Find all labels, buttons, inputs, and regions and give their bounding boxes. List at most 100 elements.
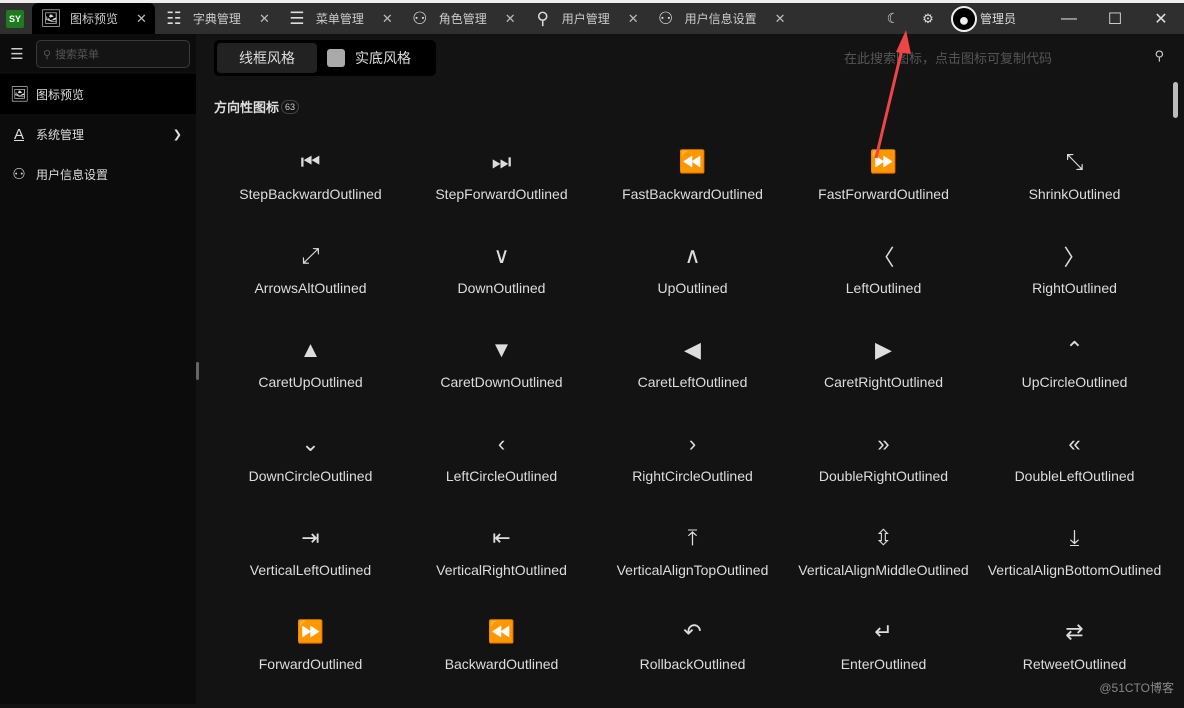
icon-card[interactable]: ↵ EnterOutlined <box>788 614 979 708</box>
vertical-align-middle-icon: ⇳ <box>874 520 892 556</box>
icon-card[interactable]: ⏩FastForwardOutlined <box>788 144 979 238</box>
icon-grid: ⏮StepBackwardOutlined⏭StepForwardOutline… <box>215 144 1170 708</box>
icon-name: DoubleRightOutlined <box>819 468 948 484</box>
icon-card[interactable]: ⌃ UpCircleOutlined <box>979 332 1170 426</box>
scrollbar[interactable] <box>1173 82 1178 118</box>
tab-2[interactable]: ☰菜单管理✕ <box>278 3 401 34</box>
icon-card[interactable]: ▲CaretUpOutlined <box>215 332 406 426</box>
search-placeholder: 搜索菜单 <box>55 46 99 62</box>
icon-card[interactable]: ⤒VerticalAlignTopOutlined <box>597 520 788 614</box>
close-tab-icon[interactable]: ✕ <box>505 11 516 27</box>
icon-card[interactable]: ⏩ForwardOutlined <box>215 614 406 708</box>
icon-card[interactable]: ⏮StepBackwardOutlined <box>215 144 406 238</box>
icon-card[interactable]: ‹LeftCircleOutlined <box>406 426 597 520</box>
avatar[interactable]: ● <box>951 6 977 32</box>
icon-card[interactable]: 〉RightOutlined <box>979 238 1170 332</box>
tab-bar: 🖼图标预览✕☷字典管理✕☰菜单管理✕⚇角色管理✕⚲用户管理✕⚇用户信息设置✕ <box>32 3 794 34</box>
icon-search-placeholder: 在此搜索图标，点击图标可复制代码 <box>844 48 1052 67</box>
image-icon: 🖼 <box>40 9 62 29</box>
left-icon: 〈 <box>872 238 894 274</box>
icon-name: EnterOutlined <box>841 656 927 672</box>
icon-card[interactable]: « DoubleLeftOutlined <box>979 426 1170 520</box>
tab-0[interactable]: 🖼图标预览✕ <box>32 3 155 34</box>
arrows-alt-icon: ⤢ <box>302 238 320 274</box>
icon-name: RightOutlined <box>1032 280 1117 296</box>
settings-gear-icon[interactable]: ⚙ <box>913 11 943 27</box>
user-icon: ⚲ <box>532 9 554 29</box>
tab-label: 用户信息设置 <box>685 10 757 27</box>
icon-card[interactable]: ⏪BackwardOutlined <box>406 614 597 708</box>
close-tab-icon[interactable]: ✕ <box>775 11 786 27</box>
role-icon: ⚇ <box>409 9 431 29</box>
user-settings-icon: ⚇ <box>655 9 677 29</box>
close-button[interactable]: ✕ <box>1138 9 1184 29</box>
icon-card[interactable]: ↶RollbackOutlined <box>597 614 788 708</box>
sidebar-item-icon-preview[interactable]: 🖼图标预览 <box>0 74 196 114</box>
icon-card[interactable]: ⏪FastBackwardOutlined <box>597 144 788 238</box>
icon-name: DownCircleOutlined <box>249 468 373 484</box>
tab-label: 用户管理 <box>562 10 610 27</box>
icon-card[interactable]: ⇳VerticalAlignMiddleOutlined <box>788 520 979 614</box>
vertical-align-bottom-icon: ⤓ <box>1070 520 1080 556</box>
icon-name: ArrowsAltOutlined <box>254 280 366 296</box>
icon-card[interactable]: ⤓VerticalAlignBottomOutlined <box>979 520 1170 614</box>
icon-card[interactable]: ▼CaretDownOutlined <box>406 332 597 426</box>
menu-search-input[interactable]: ⚲搜索菜单 <box>36 40 190 68</box>
icon-name: DownOutlined <box>458 280 546 296</box>
tab-3[interactable]: ⚇ 角色管理 ✕ <box>401 3 524 34</box>
user-name[interactable]: 管理员 <box>980 10 1016 27</box>
icon-card[interactable]: ⇥VerticalLeftOutlined <box>215 520 406 614</box>
icon-name: LeftCircleOutlined <box>446 468 557 484</box>
close-tab-icon[interactable]: ✕ <box>259 11 270 27</box>
tab-1[interactable]: ☷ 字典管理 ✕ <box>155 3 278 34</box>
filled-style-option[interactable]: 实底风格 <box>317 43 433 73</box>
dictionary-icon: ☷ <box>163 9 185 29</box>
shrink-icon: ⤡ <box>1066 144 1084 180</box>
icon-name: UpCircleOutlined <box>1022 374 1128 390</box>
double-left-icon: « <box>1068 426 1080 462</box>
enter-icon: ↵ <box>874 614 892 650</box>
section-header: 方向性图标63 <box>214 97 299 116</box>
icon-search-input[interactable]: 在此搜索图标，点击图标可复制代码 ⚲ <box>844 48 1164 67</box>
icon-card[interactable]: ⤢ ArrowsAltOutlined <box>215 238 406 332</box>
tab-label: 字典管理 <box>193 10 241 27</box>
icon-card[interactable]: ▶CaretRightOutlined <box>788 332 979 426</box>
icon-card[interactable]: ∧UpOutlined <box>597 238 788 332</box>
fast-forward-icon: ⏩ <box>870 144 897 180</box>
icon-name: ShrinkOutlined <box>1029 186 1121 202</box>
icon-card[interactable]: ⤡ ShrinkOutlined <box>979 144 1170 238</box>
up-circle-icon: ⌃ <box>1065 332 1083 368</box>
close-tab-icon[interactable]: ✕ <box>136 11 147 27</box>
sidebar-item-system[interactable]: A系统管理❯ <box>0 114 196 154</box>
minimize-button[interactable]: — <box>1046 10 1092 28</box>
font-icon: A <box>10 126 28 143</box>
sidebar-item-user-settings[interactable]: ⚇用户信息设置 <box>0 154 196 194</box>
icon-name: DoubleLeftOutlined <box>1015 468 1135 484</box>
close-tab-icon[interactable]: ✕ <box>628 11 639 27</box>
icon-name: LeftOutlined <box>846 280 922 296</box>
icon-card[interactable]: ◀CaretLeftOutlined <box>597 332 788 426</box>
icon-card[interactable]: ⇤VerticalRightOutlined <box>406 520 597 614</box>
maximize-button[interactable]: ☐ <box>1092 9 1138 29</box>
up-icon: ∧ <box>684 238 700 274</box>
tab-4[interactable]: ⚲ 用户管理 ✕ <box>524 3 647 34</box>
outline-style-option[interactable]: 线框风格 <box>217 43 317 73</box>
caret-up-icon: ▲ <box>300 332 322 368</box>
icon-name: StepBackwardOutlined <box>239 186 381 202</box>
icon-card[interactable]: » DoubleRightOutlined <box>788 426 979 520</box>
icon-card[interactable]: ⏭StepForwardOutlined <box>406 144 597 238</box>
theme-moon-icon[interactable]: ☾ <box>873 10 913 27</box>
search-icon[interactable]: ⚲ <box>1154 48 1164 67</box>
double-right-icon: » <box>877 426 889 462</box>
icon-card[interactable]: ⌄DownCircleOutlined <box>215 426 406 520</box>
icon-card[interactable]: ∨DownOutlined <box>406 238 597 332</box>
icon-name: RollbackOutlined <box>640 656 746 672</box>
vertical-align-top-icon: ⤒ <box>688 520 698 556</box>
icon-card[interactable]: ›RightCircleOutlined <box>597 426 788 520</box>
menu-toggle-icon[interactable]: ☰ <box>6 45 28 63</box>
tab-5[interactable]: ⚇ 用户信息设置 ✕ <box>647 3 794 34</box>
icon-card[interactable]: 〈 LeftOutlined <box>788 238 979 332</box>
icon-name: RetweetOutlined <box>1023 656 1127 672</box>
close-tab-icon[interactable]: ✕ <box>382 11 393 27</box>
tab-label: 角色管理 <box>439 10 487 27</box>
